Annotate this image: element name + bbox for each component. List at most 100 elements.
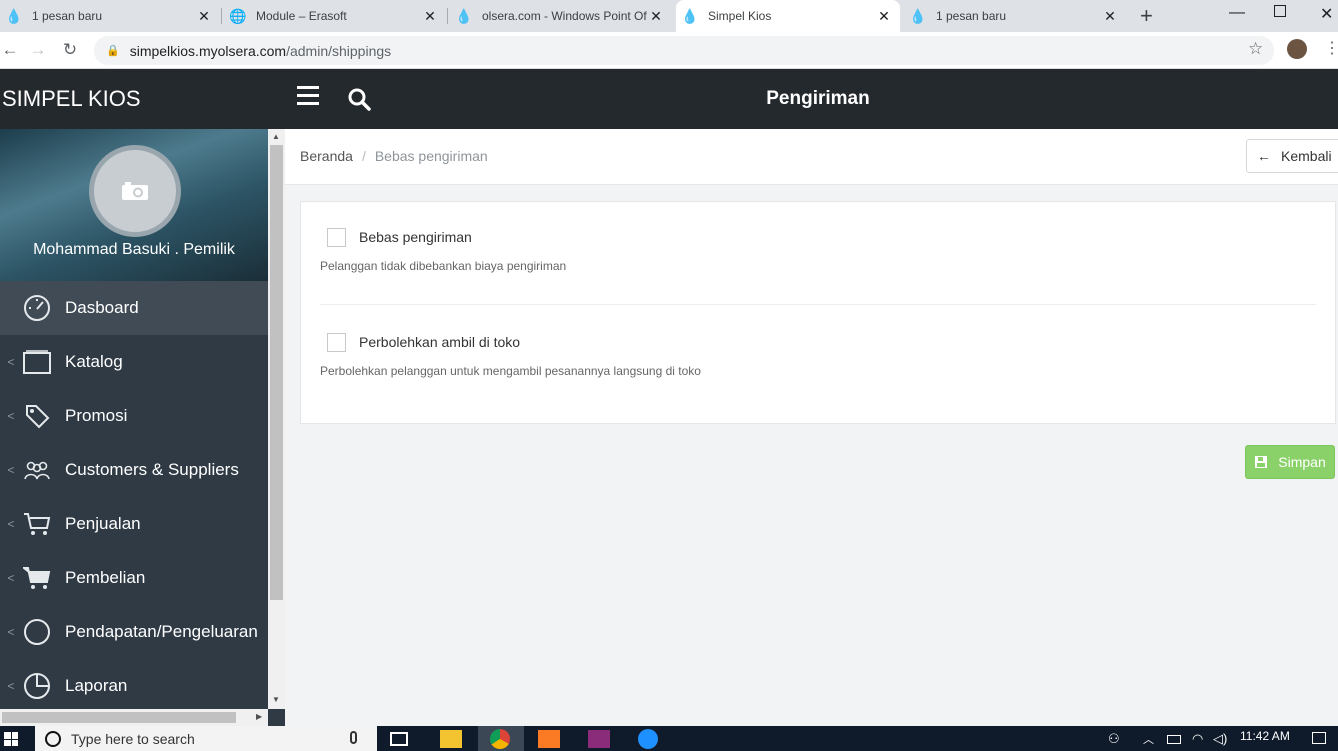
olsera-icon: 💧 xyxy=(909,7,927,24)
sidebar-item-promosi[interactable]: < Promosi xyxy=(0,389,268,443)
sidebar-item-dasboard[interactable]: Dasboard xyxy=(0,281,268,335)
sidebar-item-label: Customers & Suppliers xyxy=(65,460,239,479)
tab-separator xyxy=(447,8,448,24)
sidebar-item-label: Laporan xyxy=(65,676,128,695)
tab-title: Module – Erasoft xyxy=(256,9,347,23)
sidebar-item-pembelian[interactable]: < Pembelian xyxy=(0,551,268,605)
microphone-icon[interactable] xyxy=(350,731,357,744)
close-icon[interactable]: ✕ xyxy=(876,8,892,25)
store-pickup-label[interactable]: Perbolehkan ambil di toko xyxy=(359,334,520,350)
top-header: Pengiriman xyxy=(285,69,1338,129)
cart-filled-icon xyxy=(22,564,52,592)
file-explorer-icon[interactable] xyxy=(440,730,462,748)
sidebar-horizontal-scrollbar[interactable]: ▶ xyxy=(0,709,268,726)
close-window-icon[interactable]: ✕ xyxy=(1320,4,1333,24)
circle-icon xyxy=(22,618,52,646)
sidebar-item-label: Pembelian xyxy=(65,568,146,587)
sidebar: SIMPEL KIOS Mohammad Basuki . Pemilik Da… xyxy=(0,69,285,726)
sidebar-item-label: Penjualan xyxy=(65,514,141,533)
sidebar-item-katalog[interactable]: < Katalog xyxy=(0,335,268,389)
windows-start-icon[interactable] xyxy=(4,732,18,746)
free-shipping-label[interactable]: Bebas pengiriman xyxy=(359,229,472,245)
search-circle-icon xyxy=(45,730,61,747)
sidebar-item-customers-suppliers[interactable]: < Customers & Suppliers xyxy=(0,443,268,497)
store-pickup-checkbox[interactable] xyxy=(327,333,346,352)
reload-icon[interactable]: ↻ xyxy=(60,40,80,60)
back-button[interactable]: ← Kembali xyxy=(1246,139,1338,173)
back-arrow-icon[interactable]: ← xyxy=(0,40,20,60)
close-icon[interactable]: ✕ xyxy=(196,8,212,25)
task-view-icon[interactable] xyxy=(390,732,408,746)
camera-icon xyxy=(122,182,148,200)
profile-avatar[interactable] xyxy=(1287,39,1307,59)
chevron-left-icon: < xyxy=(7,679,15,693)
sidebar-scrollbar[interactable]: ▲ ▼ xyxy=(268,129,285,709)
taskbar-clock[interactable]: 11:42 AM xyxy=(1240,729,1290,743)
scroll-right-icon[interactable]: ▶ xyxy=(256,712,262,721)
url-host: simpelkios.myolsera.com xyxy=(129,42,287,59)
store-pickup-help: Perbolehkan pelanggan untuk mengambil pe… xyxy=(320,364,701,378)
taskbar-search[interactable]: Type here to search xyxy=(35,726,377,751)
chevron-left-icon: < xyxy=(7,463,15,477)
sidebar-item-penjualan[interactable]: < Penjualan xyxy=(0,497,268,551)
new-tab-button[interactable]: + xyxy=(1140,3,1153,29)
breadcrumb-current: Bebas pengiriman xyxy=(374,148,488,164)
scrollbar-thumb[interactable] xyxy=(270,145,283,600)
tray-chevron-icon[interactable]: ︿ xyxy=(1143,731,1154,747)
chevron-left-icon: < xyxy=(7,625,15,639)
address-bar[interactable]: 🔒 simpelkios.myolsera.com /admin/shippin… xyxy=(94,36,1274,65)
app-icon[interactable] xyxy=(638,729,658,749)
catalog-icon xyxy=(22,348,52,376)
sidebar-item-label: Dasboard xyxy=(65,298,139,317)
olsera-icon: 💧 xyxy=(455,7,473,24)
browser-tab[interactable]: 🌐 Module – Erasoft ✕ xyxy=(224,0,446,32)
free-shipping-checkbox[interactable] xyxy=(327,228,346,247)
close-icon[interactable]: ✕ xyxy=(422,8,438,25)
browser-tab-strip: 💧 1 pesan baru ✕ 🌐 Module – Erasoft ✕ 💧 … xyxy=(0,0,1338,32)
browser-tab[interactable]: 💧 olsera.com - Windows Point Of ✕ xyxy=(450,0,672,32)
maximize-icon[interactable] xyxy=(1274,5,1286,17)
free-shipping-help: Pelanggan tidak dibebankan biaya pengiri… xyxy=(320,259,567,273)
volume-icon[interactable]: ◁) xyxy=(1213,731,1227,747)
save-button[interactable]: Simpan xyxy=(1245,445,1335,479)
minimize-icon[interactable]: — xyxy=(1229,4,1245,22)
bookmark-star-icon[interactable]: ☆ xyxy=(1248,39,1263,59)
browser-toolbar: ← → ↻ 🔒 simpelkios.myolsera.com /admin/s… xyxy=(0,32,1338,69)
sidebar-item-label: Katalog xyxy=(65,352,123,371)
browser-tab-active[interactable]: 💧 Simpel Kios ✕ xyxy=(676,0,900,32)
tag-icon xyxy=(22,402,52,430)
scrollbar-thumb[interactable] xyxy=(2,712,236,723)
close-icon[interactable]: ✕ xyxy=(648,8,664,25)
browser-tab[interactable]: 💧 1 pesan baru ✕ xyxy=(0,0,220,32)
chevron-left-icon: < xyxy=(7,517,15,531)
arrow-left-icon: ← xyxy=(1257,148,1271,164)
user-name: Mohammad Basuki . Pemilik xyxy=(33,241,235,258)
avatar[interactable] xyxy=(89,145,181,237)
browser-tab[interactable]: 💧 1 pesan baru ✕ xyxy=(904,0,1126,32)
page-title: Pengiriman xyxy=(766,88,870,109)
winrar-icon[interactable] xyxy=(588,730,610,748)
browser-menu-icon[interactable]: ⋮ xyxy=(1324,38,1338,58)
scroll-down-icon[interactable]: ▼ xyxy=(272,695,280,704)
xampp-icon[interactable] xyxy=(538,730,560,748)
tab-title: 1 pesan baru xyxy=(936,9,1007,23)
save-icon xyxy=(1255,456,1268,468)
windows-taskbar: Type here to search ⚇ ︿ ◠ ◁) 11:42 AM xyxy=(0,726,1338,751)
tab-title: 1 pesan baru xyxy=(32,9,103,23)
wifi-icon[interactable]: ◠ xyxy=(1192,731,1203,747)
sidebar-item-pendapatan-pengeluaran[interactable]: < Pendapatan/Pengeluaran xyxy=(0,605,268,659)
notification-icon[interactable] xyxy=(1312,732,1326,744)
tab-title: olsera.com - Windows Point Of xyxy=(482,9,647,23)
scroll-up-icon[interactable]: ▲ xyxy=(272,132,280,141)
brand-logo[interactable]: SIMPEL KIOS xyxy=(2,86,141,112)
breadcrumb: Beranda / Bebas pengiriman xyxy=(300,148,488,164)
people-icon[interactable]: ⚇ xyxy=(1108,731,1120,747)
forward-arrow-icon[interactable]: → xyxy=(28,40,48,60)
back-button-label: Kembali xyxy=(1281,148,1332,164)
brand-bar: SIMPEL KIOS xyxy=(0,69,285,129)
breadcrumb-home[interactable]: Beranda xyxy=(300,148,353,164)
breadcrumb-bar: Beranda / Bebas pengiriman ← Kembali xyxy=(285,129,1338,185)
sidebar-item-laporan[interactable]: < Laporan xyxy=(0,659,268,713)
chrome-taskbar-button[interactable] xyxy=(478,726,524,751)
close-icon[interactable]: ✕ xyxy=(1102,8,1118,25)
